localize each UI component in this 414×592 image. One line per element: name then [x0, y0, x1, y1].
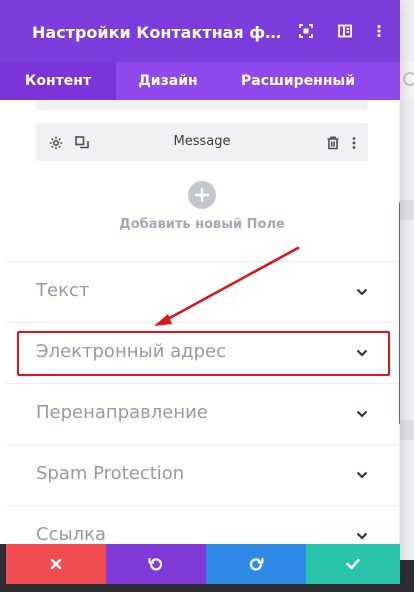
chevron-down-icon[interactable]: [356, 347, 368, 359]
modal-title: Настройки Контактная ф...: [32, 23, 282, 42]
section-label: Текст: [36, 280, 90, 301]
modal-footer: [6, 544, 400, 584]
fullscreen-icon[interactable]: [299, 24, 313, 38]
tab-design[interactable]: Дизайн: [116, 62, 220, 100]
chevron-down-icon[interactable]: [356, 469, 368, 481]
add-field-label[interactable]: Добавить новый Поле: [0, 217, 400, 232]
add-field-button[interactable]: [188, 181, 216, 209]
section-label: Spam Protection: [36, 463, 185, 484]
plus-icon: [194, 187, 210, 203]
section-label: Ссылка: [36, 524, 107, 544]
duplicate-icon[interactable]: [75, 135, 89, 149]
help-icon: [403, 72, 414, 86]
section-label: Электронный адрес: [36, 341, 226, 362]
redo-button[interactable]: [206, 544, 306, 584]
settings-modal: Настройки Контактная ф... Контент Дизайн…: [0, 0, 400, 592]
backdrop-block: [400, 420, 414, 440]
section-link[interactable]: Ссылка: [6, 505, 400, 544]
bottom-bar: [0, 584, 414, 592]
close-icon: [50, 558, 62, 570]
builder-backdrop: [400, 0, 414, 592]
chevron-down-icon[interactable]: [356, 408, 368, 420]
chevron-down-icon[interactable]: [356, 286, 368, 298]
scrollbar-thumb[interactable]: [399, 200, 400, 426]
split-view-icon[interactable]: [338, 24, 352, 38]
cancel-button[interactable]: [6, 544, 106, 584]
more-vertical-icon[interactable]: [351, 135, 357, 149]
check-icon: [346, 558, 360, 570]
modal-header[interactable]: Настройки Контактная ф...: [0, 0, 400, 62]
tab-advanced[interactable]: Расширенный: [220, 62, 376, 100]
undo-icon: [148, 558, 163, 571]
gear-icon[interactable]: [49, 135, 63, 150]
backdrop-block: [400, 200, 414, 220]
content-panel: Message Добавить новый Поле Текст Электр…: [0, 100, 400, 544]
section-label: Перенаправление: [36, 402, 208, 423]
tab-content[interactable]: Контент: [0, 62, 116, 100]
field-row[interactable]: Message: [36, 123, 368, 161]
section-spam-protection[interactable]: Spam Protection: [6, 444, 400, 504]
section-text[interactable]: Текст: [6, 261, 400, 321]
undo-button[interactable]: [106, 544, 206, 584]
more-vertical-icon[interactable]: [372, 24, 386, 38]
field-row-previous[interactable]: [36, 100, 368, 110]
trash-icon[interactable]: [326, 135, 340, 150]
redo-icon: [249, 558, 264, 571]
tab-bar: Контент Дизайн Расширенный: [0, 62, 400, 100]
footer-edge: [0, 544, 6, 584]
save-button[interactable]: [306, 544, 400, 584]
chevron-down-icon[interactable]: [356, 530, 368, 542]
section-email[interactable]: Электронный адрес: [6, 322, 400, 382]
section-redirect[interactable]: Перенаправление: [6, 383, 400, 443]
